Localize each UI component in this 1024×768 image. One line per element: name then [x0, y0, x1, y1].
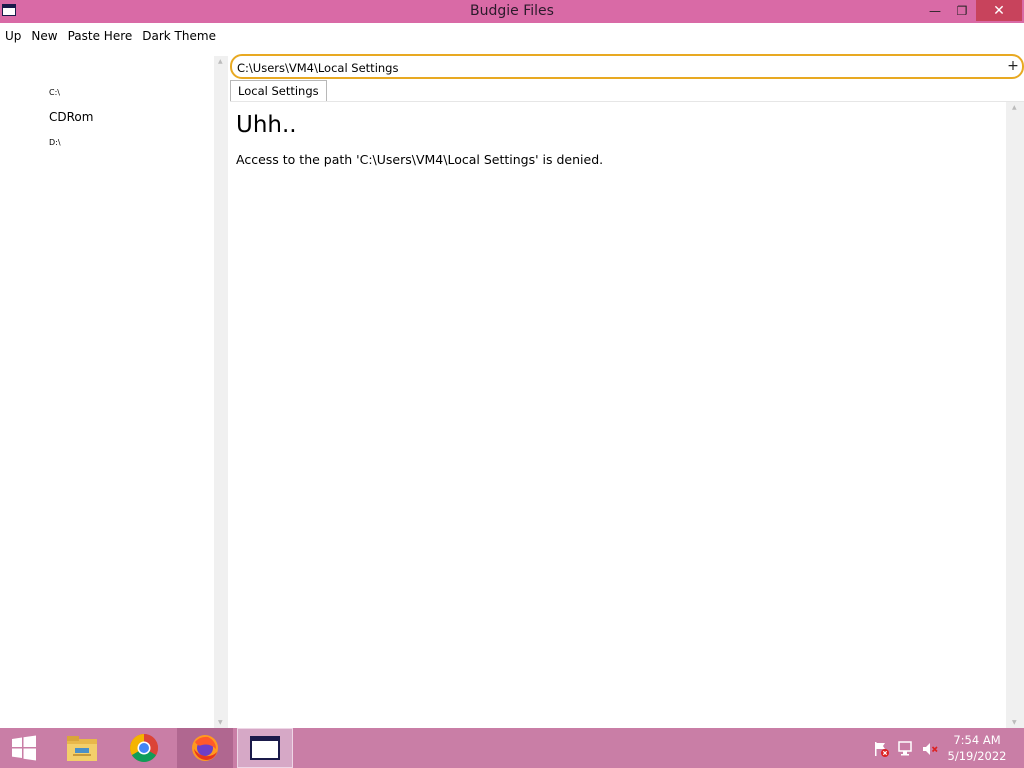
up-button[interactable]: Up [0, 25, 26, 47]
sidebar-scrollbar[interactable]: ▲ ▼ [214, 56, 228, 728]
error-heading: Uhh.. [236, 112, 297, 138]
minimize-button[interactable]: — [920, 0, 950, 21]
content-pane: Uhh.. Access to the path 'C:\Users\VM4\L… [230, 102, 1006, 728]
title-bar[interactable]: Budgie Files — ❐ ✕ [0, 0, 1024, 23]
content-scroll-down-icon[interactable]: ▼ [1012, 719, 1017, 726]
path-bar: + [230, 54, 1024, 79]
path-input[interactable] [237, 59, 997, 76]
drive-item-d[interactable]: D:\ [49, 138, 61, 147]
content-scroll-up-icon[interactable]: ▲ [1012, 104, 1017, 111]
chrome-icon[interactable] [120, 728, 168, 768]
windows-start-icon[interactable] [0, 728, 48, 768]
maximize-button[interactable]: ❐ [948, 0, 976, 21]
taskbar [0, 728, 1024, 768]
clock-time: 7:54 AM [953, 733, 1001, 747]
volume-muted-icon[interactable] [921, 740, 939, 758]
drive-item-c[interactable]: C:\ [49, 88, 60, 97]
drive-item-cdrom[interactable]: CDRom [49, 110, 93, 124]
taskbar-clock[interactable]: 7:54 AM 5/19/2022 [946, 732, 1008, 764]
window-title: Budgie Files [470, 3, 554, 19]
add-tab-button[interactable]: + [1006, 58, 1020, 75]
menu-bar: Up New Paste Here Dark Theme [0, 24, 221, 48]
scroll-down-arrow-icon[interactable]: ▼ [218, 719, 223, 726]
network-icon[interactable] [897, 740, 915, 758]
paste-here-button[interactable]: Paste Here [63, 25, 138, 47]
new-button[interactable]: New [26, 25, 62, 47]
tab-local-settings[interactable]: Local Settings [230, 80, 327, 101]
close-button[interactable]: ✕ [976, 0, 1022, 21]
drive-sidebar: C:\ CDRom D:\ [0, 50, 214, 728]
scroll-up-arrow-icon[interactable]: ▲ [218, 58, 223, 65]
dark-theme-button[interactable]: Dark Theme [137, 25, 221, 47]
file-explorer-icon[interactable] [58, 728, 106, 768]
clock-date: 5/19/2022 [947, 749, 1007, 763]
action-center-flag-icon[interactable] [872, 740, 890, 758]
budgie-files-icon[interactable] [237, 728, 293, 768]
firefox-icon[interactable] [177, 728, 233, 768]
error-message: Access to the path 'C:\Users\VM4\Local S… [236, 152, 604, 167]
content-scrollbar[interactable]: ▲ ▼ [1006, 102, 1024, 728]
